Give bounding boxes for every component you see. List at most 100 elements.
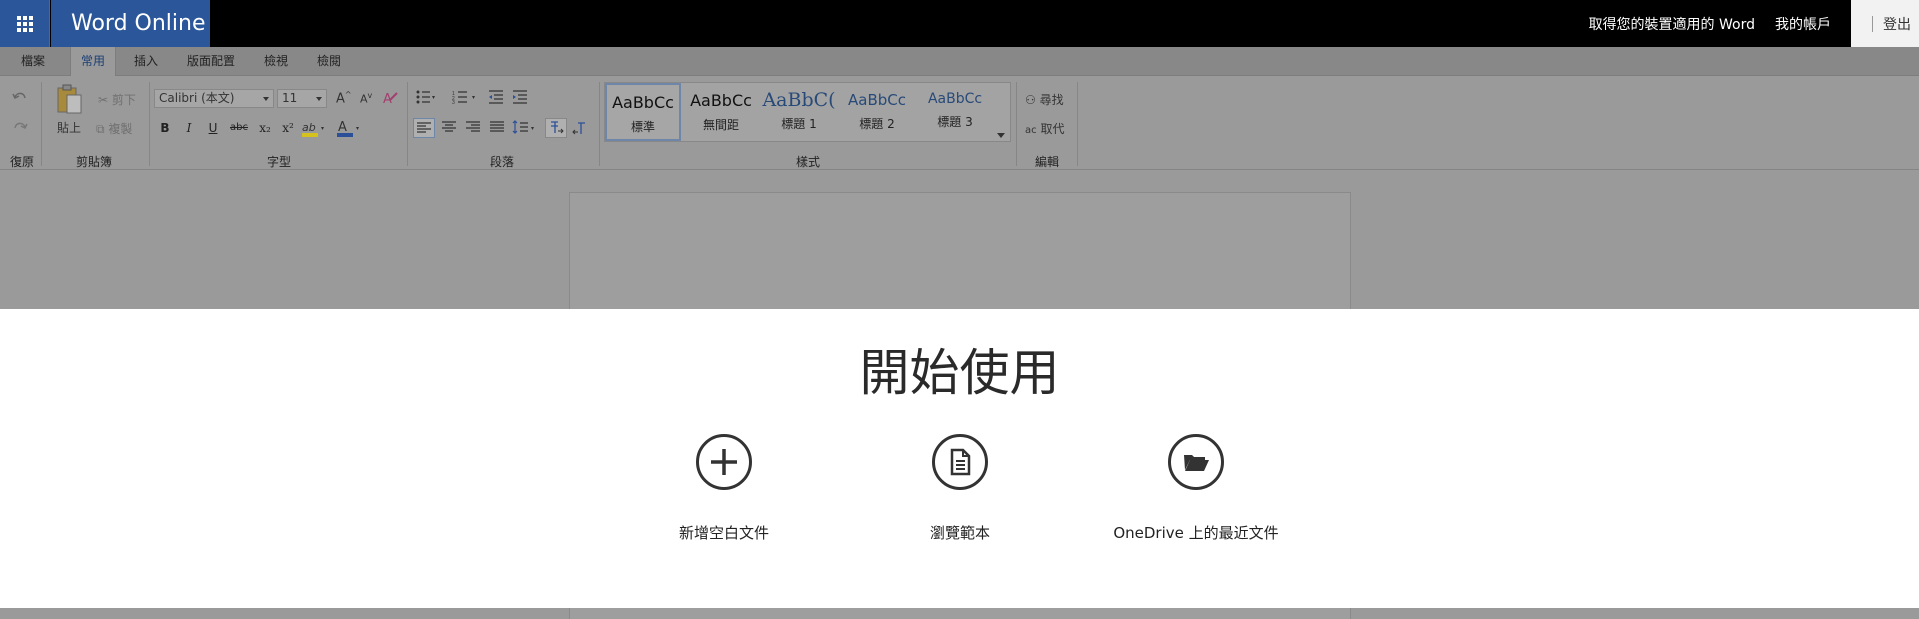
numbering-icon[interactable]: 123 (452, 90, 478, 104)
bullets-icon[interactable] (416, 90, 436, 104)
ltr-button[interactable] (545, 118, 567, 138)
top-links: 取得您的裝置適用的 Word 我的帳戶 登出 (1589, 0, 1919, 47)
sign-out-button[interactable]: 登出 (1851, 0, 1919, 47)
group-editing-label: 編輯 (1035, 155, 1060, 169)
clear-formatting-icon[interactable]: A (382, 90, 398, 106)
tab-file[interactable]: 檔案 (21, 47, 45, 76)
right-to-left-icon[interactable] (572, 120, 590, 136)
ribbon: 復原 貼上 ✂ 剪下 ⧉ 複製 剪貼簿 Calibri (本文) 11 A^ A… (0, 76, 1919, 170)
style-name: 標題 1 (781, 117, 817, 131)
underline-button[interactable]: U (204, 119, 222, 137)
tab-view[interactable]: 檢視 (264, 47, 288, 76)
align-right-icon[interactable] (464, 120, 482, 136)
style-no-spacing[interactable]: AaBbCc 無間距 (683, 83, 759, 141)
style-heading-3[interactable]: AaBbCc 標題 3 (917, 83, 993, 141)
my-account-link[interactable]: 我的帳戶 (1775, 14, 1831, 34)
start-panel: 開始使用 新增空白文件 瀏覽範本 OneDrive 上的最近文件 (0, 309, 1919, 608)
group-separator (1077, 82, 1078, 166)
recent-onedrive-documents-label: OneDrive 上的最近文件 (1113, 524, 1279, 542)
find-button[interactable]: ⚇ 尋找 (1025, 91, 1064, 108)
app-background-bottom (0, 608, 1919, 619)
browse-templates-label: 瀏覽範本 (929, 524, 990, 542)
new-blank-document-button[interactable]: 新增空白文件 (624, 434, 824, 543)
line-spacing-icon[interactable] (512, 120, 538, 136)
group-styles-label: 樣式 (796, 155, 821, 169)
app-launcher-button[interactable] (0, 0, 50, 47)
ribbon-tabs: 檔案 常用 插入 版面配置 檢視 檢閱 (0, 47, 1919, 76)
tab-layout[interactable]: 版面配置 (187, 47, 235, 76)
styles-more-icon[interactable] (994, 128, 1008, 142)
copy-button[interactable]: ⧉ 複製 (96, 120, 132, 137)
svg-text:3: 3 (452, 100, 455, 104)
shrink-font-icon[interactable]: Av (360, 91, 372, 106)
folder-open-circle-icon (1168, 434, 1224, 490)
increase-indent-icon[interactable] (512, 90, 528, 104)
style-heading-1[interactable]: AaBbC( 標題 1 (761, 83, 837, 141)
decrease-indent-icon[interactable] (488, 90, 504, 104)
get-word-link[interactable]: 取得您的裝置適用的 Word (1589, 14, 1755, 34)
left-to-right-icon (551, 121, 564, 134)
styles-gallery: AaBbCc 標準 AaBbCc 無間距 AaBbC( 標題 1 AaBbCc … (604, 82, 1011, 142)
group-paragraph-label: 段落 (490, 155, 515, 169)
style-sample: AaBbCc (690, 91, 752, 110)
group-separator (599, 82, 600, 166)
document-circle-icon (932, 434, 988, 490)
font-name-select[interactable]: Calibri (本文) (154, 89, 274, 108)
svg-text:A: A (338, 120, 347, 135)
cut-button[interactable]: ✂ 剪下 (98, 91, 136, 108)
align-center-icon[interactable] (440, 120, 458, 136)
binoculars-icon: ⚇ (1025, 93, 1036, 107)
strikethrough-button[interactable]: abc (227, 119, 251, 137)
document-page (569, 608, 1351, 619)
waffle-icon (16, 15, 33, 32)
align-left-button[interactable] (413, 118, 435, 138)
browse-templates-button[interactable]: 瀏覽範本 (860, 434, 1060, 543)
highlight-color-icon[interactable]: ab (301, 119, 327, 139)
italic-button[interactable]: I (180, 119, 198, 137)
style-name: 無間距 (702, 118, 739, 132)
align-left-icon (417, 122, 431, 133)
svg-text:ab: ab (302, 121, 316, 134)
word-app-background: 檔案 常用 插入 版面配置 檢視 檢閱 復原 貼上 ✂ 剪下 ⧉ 複製 剪貼簿 … (0, 47, 1919, 309)
start-title: 開始使用 (859, 344, 1060, 402)
replace-label: 取代 (1040, 122, 1065, 136)
recent-onedrive-documents-button[interactable]: OneDrive 上的最近文件 (1096, 434, 1296, 543)
tab-insert[interactable]: 插入 (134, 47, 158, 76)
grow-font-icon[interactable]: A^ (336, 90, 352, 106)
superscript-button[interactable]: x² (279, 119, 297, 137)
style-sample: AaBbC( (762, 89, 836, 111)
group-separator (41, 82, 42, 166)
justify-icon[interactable] (488, 120, 506, 136)
undo-icon[interactable] (12, 90, 28, 104)
paste-icon[interactable] (56, 84, 84, 116)
style-name: 標準 (630, 120, 655, 134)
group-font-label: 字型 (267, 155, 292, 169)
plus-circle-icon (696, 434, 752, 490)
tab-home[interactable]: 常用 (70, 47, 117, 76)
new-blank-document-label: 新增空白文件 (678, 524, 769, 542)
bold-button[interactable]: B (156, 119, 174, 137)
separator (1872, 15, 1873, 32)
group-separator (149, 82, 150, 166)
redo-icon[interactable] (12, 120, 28, 134)
group-clipboard-label: 剪貼簿 (76, 155, 113, 169)
style-heading-2[interactable]: AaBbCc 標題 2 (839, 83, 915, 141)
paste-label[interactable]: 貼上 (57, 119, 81, 136)
style-sample: AaBbCc (848, 91, 906, 109)
style-sample: AaBbCc (612, 93, 674, 112)
style-normal[interactable]: AaBbCc 標準 (605, 83, 681, 141)
tab-review[interactable]: 檢閱 (317, 47, 341, 76)
document-page (569, 192, 1351, 309)
group-separator (407, 82, 408, 166)
font-size-select[interactable]: 11 (277, 89, 327, 108)
find-label: 尋找 (1039, 93, 1064, 107)
copy-label: 複製 (108, 122, 133, 136)
style-name: 標題 3 (937, 115, 973, 129)
font-color-icon[interactable]: A (336, 119, 362, 139)
app-title[interactable]: Word Online (51, 0, 210, 47)
group-separator (1016, 82, 1017, 166)
replace-button[interactable]: ac 取代 (1025, 120, 1064, 137)
subscript-button[interactable]: x₂ (256, 119, 274, 137)
sign-out-label: 登出 (1883, 16, 1911, 33)
group-undo-label: 復原 (10, 155, 35, 169)
